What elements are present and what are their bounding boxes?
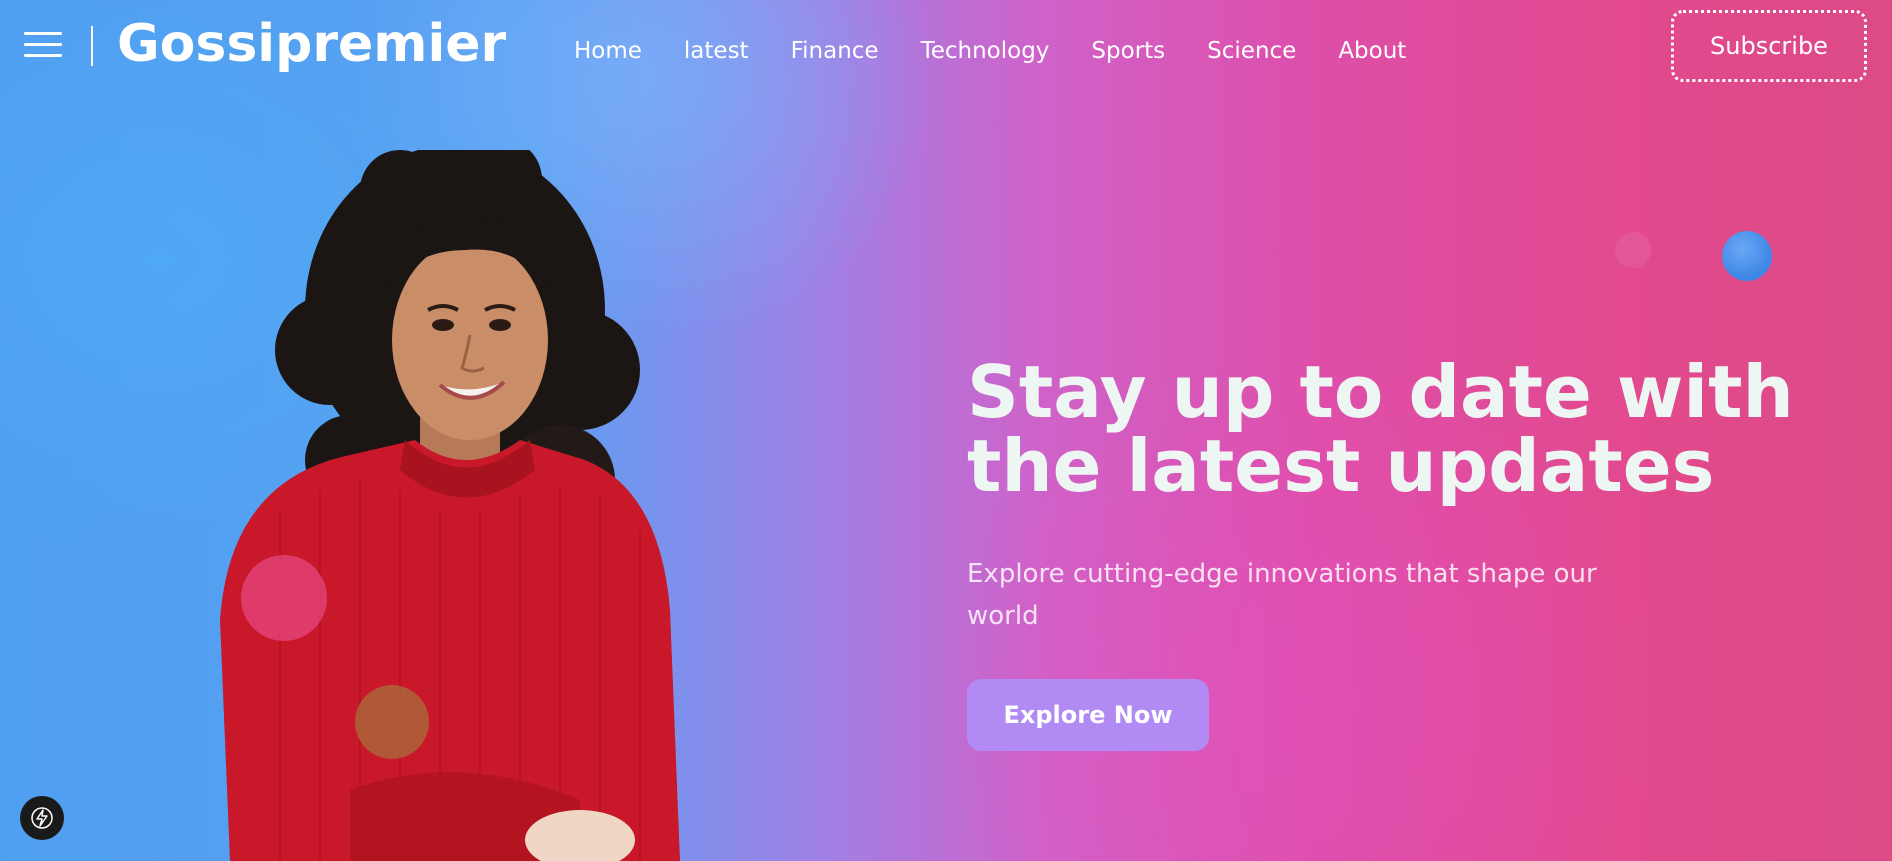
decorative-bubble: [1722, 231, 1772, 281]
hero-person-image: [220, 150, 680, 861]
site-header: Gossipremier Home latest Finance Technol…: [0, 0, 1892, 100]
hamburger-menu-icon[interactable]: [24, 30, 62, 60]
main-nav: Home latest Finance Technology Sports Sc…: [574, 38, 1448, 64]
nav-item-technology[interactable]: Technology: [921, 38, 1050, 64]
explore-now-button[interactable]: Explore Now: [967, 679, 1209, 751]
lightning-bolt-icon[interactable]: [20, 796, 64, 840]
hero-title: Stay up to date with the latest updates: [967, 355, 1827, 503]
hero-title-line-2: the latest updates: [967, 424, 1715, 508]
nav-item-sports[interactable]: Sports: [1091, 38, 1165, 64]
page: Gossipremier Home latest Finance Technol…: [0, 0, 1892, 861]
brand-divider: [91, 26, 93, 66]
hero-subtitle: Explore cutting-edge innovations that sh…: [967, 559, 1597, 631]
hero-title-line-1: Stay up to date with: [967, 350, 1794, 434]
nav-item-about[interactable]: About: [1338, 38, 1406, 64]
hero-section: Stay up to date with the latest updates …: [967, 355, 1827, 751]
decorative-bubble: [1615, 232, 1651, 268]
nav-item-latest[interactable]: latest: [684, 38, 749, 64]
decorative-bubble: [355, 685, 429, 759]
decorative-bubble: [241, 555, 327, 641]
nav-item-science[interactable]: Science: [1207, 38, 1296, 64]
site-logo[interactable]: Gossipremier: [117, 14, 506, 74]
nav-item-home[interactable]: Home: [574, 38, 642, 64]
subscribe-button[interactable]: Subscribe: [1671, 10, 1867, 82]
nav-item-finance[interactable]: Finance: [791, 38, 879, 64]
